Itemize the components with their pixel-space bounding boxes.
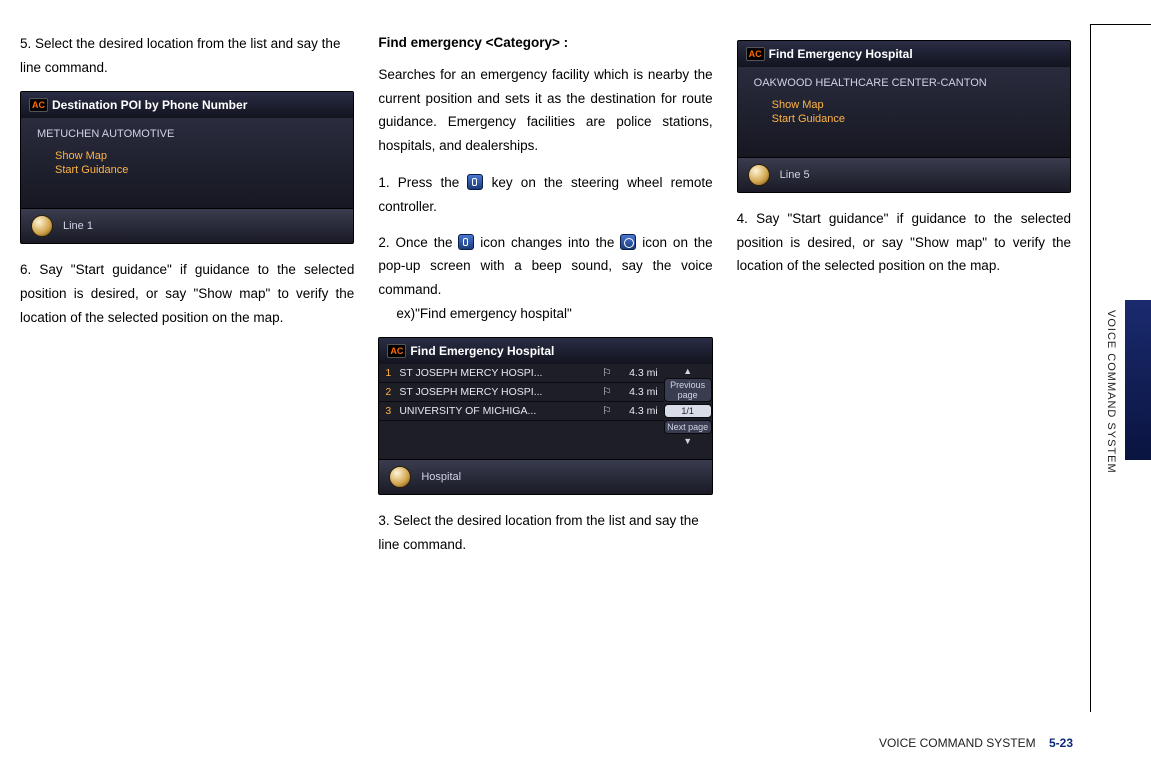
footer-text: Line 5 bbox=[780, 169, 810, 181]
screenshot-footer: Line 5 bbox=[738, 157, 1070, 192]
page-footer: VOICE COMMAND SYSTEM 5-23 bbox=[879, 736, 1073, 750]
screenshot-find-emergency-list: AC Find Emergency Hospital 1 ST JOSEPH M… bbox=[378, 337, 712, 495]
flag-icon: ⚐ bbox=[598, 367, 615, 379]
screenshot-title: Find Emergency Hospital bbox=[410, 344, 554, 358]
step2-example: ex)"Find emergency hospital" bbox=[378, 302, 712, 326]
screenshot-destination-poi: AC Destination POI by Phone Number METUC… bbox=[20, 91, 354, 244]
pager-next: Next page bbox=[664, 420, 712, 434]
row-name: ST JOSEPH MERCY HOSPI... bbox=[395, 386, 598, 398]
voice-key-icon bbox=[467, 174, 483, 190]
step-text: Select the desired location from the lis… bbox=[20, 36, 340, 75]
list-body: 1 ST JOSEPH MERCY HOSPI... ⚐ 4.3 mi 2 ST… bbox=[379, 364, 711, 459]
talk-icon bbox=[389, 466, 411, 488]
footer-text: Hospital bbox=[421, 471, 461, 483]
pager: ▲ Previous page 1/1 Next page ▼ bbox=[664, 364, 712, 459]
step-text: Say "Start guidance" if guidance to the … bbox=[737, 211, 1071, 273]
step-number: 5. bbox=[20, 36, 31, 51]
screenshot-title-bar: AC Find Emergency Hospital bbox=[738, 41, 1070, 67]
screenshot-footer: Line 1 bbox=[21, 208, 353, 243]
pager-prev: Previous page bbox=[664, 378, 712, 402]
step-3: 3. Select the desired location from the … bbox=[378, 509, 712, 556]
row-name: UNIVERSITY OF MICHIGA... bbox=[395, 405, 598, 417]
ac-badge: AC bbox=[29, 98, 48, 112]
screenshot-title: Find Emergency Hospital bbox=[769, 47, 913, 61]
row-distance: 4.3 mi bbox=[616, 405, 658, 417]
screenshot-title-bar: AC Find Emergency Hospital bbox=[379, 338, 711, 364]
screenshot-title: Destination POI by Phone Number bbox=[52, 98, 247, 112]
voice-listen-icon bbox=[620, 234, 636, 250]
option-start-guidance: Start Guidance bbox=[772, 113, 1054, 125]
row-distance: 4.3 mi bbox=[616, 386, 658, 398]
result-label: METUCHEN AUTOMOTIVE bbox=[37, 128, 337, 140]
step-text: Select the desired location from the lis… bbox=[378, 513, 698, 552]
footer-page-number: 5-23 bbox=[1049, 736, 1073, 750]
row-index: 2 bbox=[385, 386, 395, 398]
step-text: Say "Start guidance" if guidance to the … bbox=[20, 262, 354, 324]
column-2: Find emergency <Category> : Searches for… bbox=[378, 32, 712, 568]
step-number: 1. bbox=[378, 175, 389, 190]
screenshot-body: OAKWOOD HEALTHCARE CENTER-CANTON Show Ma… bbox=[738, 67, 1070, 157]
section-heading: Find emergency <Category> : bbox=[378, 32, 712, 55]
step-number: 4. bbox=[737, 211, 748, 226]
step-2: 2. Once the icon changes into the icon o… bbox=[378, 231, 712, 326]
voice-idle-icon bbox=[458, 234, 474, 250]
result-label: OAKWOOD HEALTHCARE CENTER-CANTON bbox=[754, 77, 1054, 89]
page-content: 5. Select the desired location from the … bbox=[0, 0, 1151, 588]
step2-part-a: Once the bbox=[396, 235, 459, 250]
ac-badge: AC bbox=[387, 344, 406, 358]
pager-down-icon: ▼ bbox=[664, 436, 712, 446]
option-start-guidance: Start Guidance bbox=[55, 164, 337, 176]
row-distance: 4.3 mi bbox=[616, 367, 658, 379]
option-show-map: Show Map bbox=[55, 150, 337, 162]
footer-text: Line 1 bbox=[63, 220, 93, 232]
option-show-map: Show Map bbox=[772, 99, 1054, 111]
column-1: 5. Select the desired location from the … bbox=[20, 32, 354, 568]
row-index: 3 bbox=[385, 405, 395, 417]
section-intro: Searches for an emergency facility which… bbox=[378, 63, 712, 158]
screenshot-body: METUCHEN AUTOMOTIVE Show Map Start Guida… bbox=[21, 118, 353, 208]
step-1: 1. Press the key on the steering wheel r… bbox=[378, 171, 712, 218]
step-4: 4. Say "Start guidance" if guidance to t… bbox=[737, 207, 1071, 278]
flag-icon: ⚐ bbox=[598, 405, 615, 417]
step-number: 3. bbox=[378, 513, 389, 528]
row-name: ST JOSEPH MERCY HOSPI... bbox=[395, 367, 598, 379]
screenshot-footer: Hospital bbox=[379, 459, 711, 494]
list-item: 2 ST JOSEPH MERCY HOSPI... ⚐ 4.3 mi bbox=[379, 383, 663, 402]
screenshot-title-bar: AC Destination POI by Phone Number bbox=[21, 92, 353, 118]
pager-count: 1/1 bbox=[664, 404, 712, 418]
talk-icon bbox=[31, 215, 53, 237]
list-item: 1 ST JOSEPH MERCY HOSPI... ⚐ 4.3 mi bbox=[379, 364, 663, 383]
step-6: 6. Say "Start guidance" if guidance to t… bbox=[20, 258, 354, 329]
step-number: 2. bbox=[378, 235, 389, 250]
list-item: 3 UNIVERSITY OF MICHIGA... ⚐ 4.3 mi bbox=[379, 402, 663, 421]
list-rows: 1 ST JOSEPH MERCY HOSPI... ⚐ 4.3 mi 2 ST… bbox=[379, 364, 663, 459]
flag-icon: ⚐ bbox=[598, 386, 615, 398]
step-number: 6. bbox=[20, 262, 31, 277]
ac-badge: AC bbox=[746, 47, 765, 61]
screenshot-find-emergency-detail: AC Find Emergency Hospital OAKWOOD HEALT… bbox=[737, 40, 1071, 193]
step2-part-b: icon changes into the bbox=[474, 235, 620, 250]
pager-up-icon: ▲ bbox=[664, 366, 712, 376]
step-text-before: Press the bbox=[398, 175, 468, 190]
step-5: 5. Select the desired location from the … bbox=[20, 32, 354, 79]
footer-section: VOICE COMMAND SYSTEM bbox=[879, 736, 1036, 750]
column-3: AC Find Emergency Hospital OAKWOOD HEALT… bbox=[737, 32, 1131, 568]
talk-icon bbox=[748, 164, 770, 186]
row-index: 1 bbox=[385, 367, 395, 379]
